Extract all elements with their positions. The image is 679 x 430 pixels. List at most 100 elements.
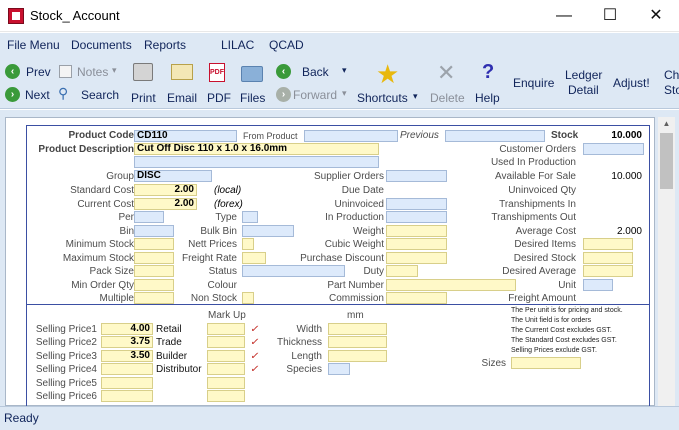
customer-orders-field[interactable] xyxy=(583,143,644,155)
selling-price-field[interactable]: 3.75 xyxy=(101,336,153,348)
sizes-field[interactable] xyxy=(511,357,581,369)
multiple-field[interactable] xyxy=(134,292,174,304)
mark-up-field[interactable] xyxy=(207,377,245,389)
due-date-label: Due Date xyxy=(341,185,384,196)
status-field[interactable] xyxy=(242,265,345,277)
selling-price-field[interactable]: 3.50 xyxy=(101,350,153,362)
product-description-line2[interactable] xyxy=(134,156,379,168)
non-stock-checkbox[interactable] xyxy=(242,292,254,304)
adjust-button[interactable]: Adjust! xyxy=(613,76,650,90)
average-cost-label: Average Cost xyxy=(515,226,576,237)
desired-stock-field[interactable] xyxy=(583,252,633,264)
vertical-scrollbar[interactable]: ▲ xyxy=(658,117,675,406)
weight-field[interactable] xyxy=(386,225,447,237)
in-production-field[interactable] xyxy=(386,211,447,223)
mark-up-field[interactable] xyxy=(207,390,245,402)
uninvoiced-field[interactable] xyxy=(386,198,447,210)
cubic-weight-label: Cubic Weight xyxy=(324,239,384,250)
maximum-stock-label: Maximum Stock xyxy=(62,253,134,264)
uninvoiced-qty-label: Uninvoiced Qty xyxy=(508,185,576,196)
email-icon xyxy=(171,64,193,80)
scroll-thumb[interactable] xyxy=(660,133,673,189)
price-level-name: Retail xyxy=(156,324,182,335)
length-field[interactable] xyxy=(328,350,387,362)
menu-reports[interactable]: Reports xyxy=(144,38,186,52)
part-number-field[interactable] xyxy=(386,279,516,291)
minimum-stock-label: Minimum Stock xyxy=(65,239,134,250)
selling-price-field[interactable] xyxy=(101,363,153,375)
desired-items-field[interactable] xyxy=(583,238,633,250)
stock-value: 10.000 xyxy=(611,130,642,141)
menu-file[interactable]: File Menu xyxy=(7,38,60,52)
product-description-field[interactable]: Cut Off Disc 110 x 1.0 x 16.0mm xyxy=(134,143,379,155)
note-selling-prices: Selling Prices exclude GST. xyxy=(511,347,597,354)
standard-cost-label: Standard Cost xyxy=(70,185,134,196)
species-field[interactable] xyxy=(328,363,350,375)
colour-label: Colour xyxy=(207,280,237,291)
tick-icon: ✓ xyxy=(250,351,259,362)
mark-up-field[interactable] xyxy=(207,350,245,362)
status-text: Ready xyxy=(4,411,39,425)
duty-field[interactable] xyxy=(386,265,418,277)
cubic-weight-field[interactable] xyxy=(386,238,447,250)
type-field[interactable] xyxy=(242,211,258,223)
thickness-field[interactable] xyxy=(328,336,387,348)
bulk-bin-field[interactable] xyxy=(242,225,294,237)
from-product-field[interactable] xyxy=(304,130,398,142)
menu-documents[interactable]: Documents xyxy=(71,38,132,52)
menu-lilac[interactable]: LILAC xyxy=(221,38,254,52)
previous-field[interactable] xyxy=(445,130,545,142)
nett-prices-checkbox[interactable] xyxy=(242,238,254,250)
selling-price-field[interactable] xyxy=(101,390,153,402)
forex-label: (forex) xyxy=(214,199,243,210)
back-arrow-icon: ‹ xyxy=(276,64,291,79)
maximum-stock-field[interactable] xyxy=(134,252,174,264)
average-cost-value: 2.000 xyxy=(616,226,642,237)
min-order-qty-field[interactable] xyxy=(134,279,174,291)
width-field[interactable] xyxy=(328,323,387,335)
close-button[interactable]: ✕ xyxy=(633,0,679,31)
supplier-orders-label: Supplier Orders xyxy=(313,171,384,182)
note-current-cost: The Current Cost excludes GST. xyxy=(511,327,612,334)
purchase-discount-label: Purchase Discount xyxy=(300,253,384,264)
menu-qcad[interactable]: QCAD xyxy=(269,38,304,52)
mark-up-field[interactable] xyxy=(207,363,245,375)
folder-icon xyxy=(241,66,263,82)
product-code-field[interactable]: CD110 xyxy=(134,130,237,142)
price-level-name: Builder xyxy=(156,351,188,362)
unit-field[interactable] xyxy=(583,279,613,291)
current-cost-field[interactable]: 2.00 xyxy=(134,198,197,210)
mark-up-field[interactable] xyxy=(207,336,245,348)
notes-icon xyxy=(59,65,72,78)
mark-up-field[interactable] xyxy=(207,323,245,335)
standard-cost-field[interactable]: 2.00 xyxy=(134,184,197,196)
arrow-left-icon: ‹ xyxy=(5,64,20,79)
tick-icon: ✓ xyxy=(250,324,259,335)
selling-price-field[interactable] xyxy=(101,377,153,389)
search-icon: ⚲ xyxy=(58,85,69,101)
per-field[interactable] xyxy=(134,211,164,223)
minimum-stock-field[interactable] xyxy=(134,238,174,250)
selling-price-field[interactable]: 4.00 xyxy=(101,323,153,335)
supplier-orders-field[interactable] xyxy=(386,170,447,182)
commission-field[interactable] xyxy=(386,292,447,304)
selling-price-label: Selling Price1 xyxy=(35,324,97,335)
chevron-down-icon: ▾ xyxy=(112,65,117,75)
desired-average-field[interactable] xyxy=(583,265,633,277)
freight-rate-field[interactable] xyxy=(242,252,266,264)
bin-field[interactable] xyxy=(134,225,174,237)
previous-label: Previous xyxy=(400,130,439,141)
group-field[interactable]: DISC xyxy=(134,170,212,182)
purchase-discount-field[interactable] xyxy=(386,252,447,264)
enquire-button[interactable]: Enquire xyxy=(513,76,554,90)
uninvoiced-label: Uninvoiced xyxy=(334,199,384,210)
maximize-button[interactable]: ☐ xyxy=(587,0,633,31)
weight-label: Weight xyxy=(353,226,384,237)
tick-icon: ✓ xyxy=(250,364,259,375)
pack-size-field[interactable] xyxy=(134,265,174,277)
desired-average-label: Desired Average xyxy=(502,266,576,277)
title-bar: Stock_ Account — ☐ ✕ xyxy=(0,0,679,32)
forward-arrow-icon: › xyxy=(276,87,291,102)
scroll-up-arrow-icon[interactable]: ▲ xyxy=(658,117,675,131)
minimize-button[interactable]: — xyxy=(541,0,587,31)
